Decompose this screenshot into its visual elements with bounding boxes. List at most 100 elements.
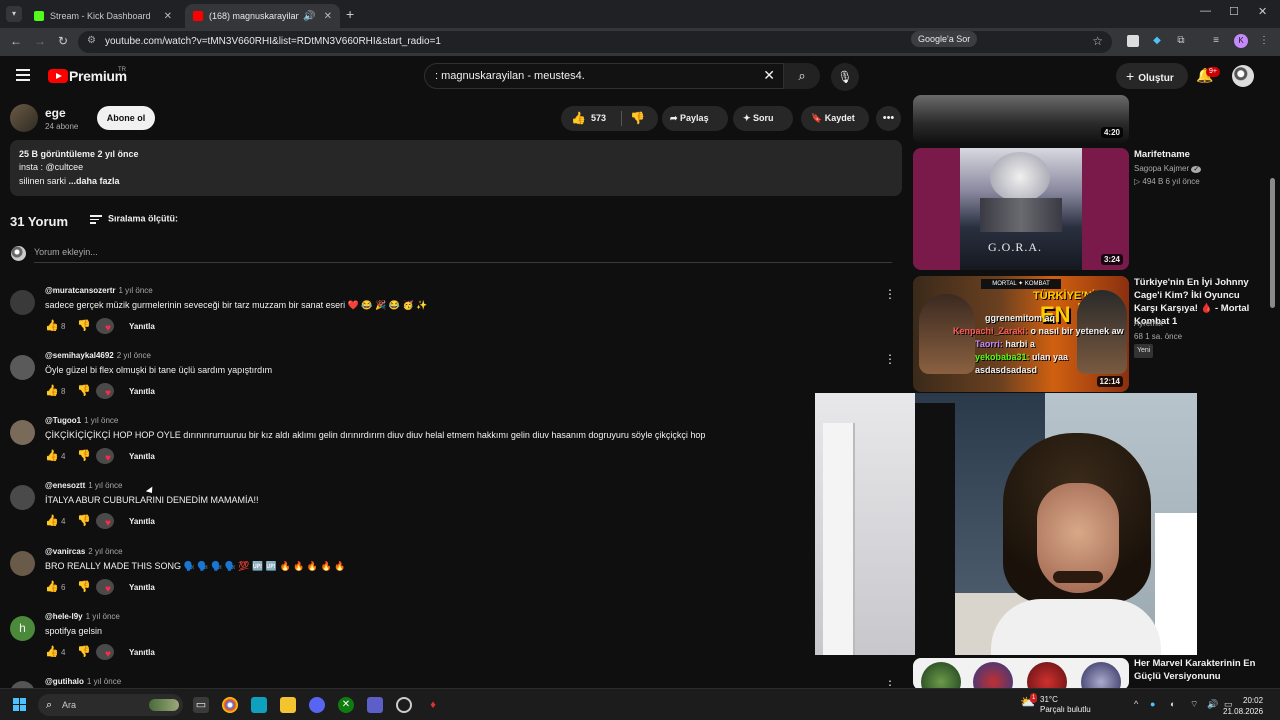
comment-menu-icon[interactable]: ⋮ — [884, 287, 896, 301]
close-tab-icon[interactable]: ✕ — [164, 11, 172, 22]
commenter-avatar[interactable] — [10, 551, 35, 576]
comment-author[interactable]: @Tugoo1 1 yıl önce — [45, 416, 118, 425]
video-description[interactable]: 25 B görüntüleme 2 yıl önce insta : @cul… — [10, 140, 902, 196]
clock[interactable]: 20:02 21.08.2026 — [1223, 695, 1263, 717]
voice-search-icon[interactable]: 🎙 — [831, 63, 859, 91]
like-icon[interactable]: 👍 — [45, 645, 59, 658]
bookmark-star-icon[interactable]: ☆ — [1092, 34, 1103, 48]
reply-button[interactable]: Yanıtla — [129, 322, 155, 331]
account-avatar[interactable] — [1232, 65, 1254, 87]
tab-youtube[interactable]: (168) magnuskarayilan - me 🔊 ✕ — [185, 4, 340, 28]
like-count[interactable]: 573 — [591, 106, 606, 131]
volume-icon[interactable]: 🔊 — [1207, 699, 1218, 710]
tab-kick-dashboard[interactable]: Stream - Kick Dashboard ✕ — [26, 4, 180, 28]
comment-author[interactable]: @gutihalo 1 yıl önce — [45, 677, 121, 686]
windows-start-icon[interactable] — [13, 698, 27, 712]
app-icon[interactable]: ♦ — [425, 697, 441, 713]
reply-button[interactable]: Yanıtla — [129, 583, 155, 592]
chrome-icon[interactable] — [222, 697, 238, 713]
google-sor-button[interactable]: Google'a Sor — [911, 31, 978, 47]
dislike-icon[interactable]: 👎 — [77, 580, 91, 593]
reply-button[interactable]: Yanıtla — [129, 517, 155, 526]
minimize-button[interactable]: — — [1200, 5, 1211, 17]
related-title[interactable]: Her Marvel Karakterinin En Güçlü Versiyo… — [1134, 657, 1260, 683]
wifi-icon[interactable]: ⌔ — [1190, 699, 1198, 710]
comment-author[interactable]: @enesoztt 1 yıl önce — [45, 481, 123, 490]
related-thumbnail[interactable]: 4:20 — [913, 95, 1129, 143]
commenter-avatar[interactable] — [10, 290, 35, 315]
reload-icon[interactable]: ↻ — [58, 34, 68, 48]
subscribe-button[interactable]: Abone ol — [97, 106, 155, 130]
maximize-button[interactable]: ☐ — [1229, 5, 1239, 18]
clear-search-icon[interactable]: ✕ — [763, 67, 775, 84]
teams-icon[interactable] — [367, 697, 383, 713]
like-icon[interactable]: 👍 — [45, 514, 59, 527]
extension-icon[interactable]: ◆ — [1151, 35, 1163, 47]
related-channel[interactable]: Ayremix — [1134, 318, 1163, 330]
comment-author[interactable]: @muratcansozertr 1 yıl önce — [45, 286, 153, 295]
show-more-link[interactable]: ...daha fazla — [69, 176, 120, 186]
related-thumbnail[interactable]: MORTAL ✦ KOMBAT TÜRKİYE'NİN EN İYİ ggren… — [913, 276, 1129, 392]
dislike-icon[interactable]: 👎 — [77, 645, 91, 658]
youtube-logo-icon[interactable] — [48, 69, 68, 83]
commenter-avatar[interactable]: h — [10, 616, 35, 641]
reply-button[interactable]: Yanıtla — [129, 648, 155, 657]
dislike-icon[interactable]: 👎 — [77, 449, 91, 462]
dislike-icon[interactable]: 👎 — [77, 514, 91, 527]
comment-author[interactable]: @hele-l9y 1 yıl önce — [45, 612, 120, 621]
like-icon[interactable]: 👍 — [45, 384, 59, 397]
like-icon[interactable]: 👍 — [45, 580, 59, 593]
ask-button[interactable]: ✦ Soru — [733, 106, 793, 131]
dislike-icon[interactable]: 👎 — [77, 384, 91, 397]
tray-app-icon[interactable]: ● — [1150, 699, 1155, 709]
dislike-icon[interactable]: 👎 — [77, 319, 91, 332]
like-icon[interactable]: 👍 — [45, 319, 59, 332]
commenter-avatar[interactable] — [10, 420, 35, 445]
obs-icon[interactable] — [396, 697, 412, 713]
file-explorer-icon[interactable] — [280, 697, 296, 713]
discord-icon[interactable] — [309, 697, 325, 713]
comment-author[interactable]: @vanircas 2 yıl önce — [45, 547, 123, 556]
like-icon[interactable]: 👍 — [571, 106, 586, 131]
channel-avatar[interactable] — [10, 104, 38, 132]
browser-menu-icon[interactable]: ⋮ — [1258, 35, 1270, 47]
like-icon[interactable]: 👍 — [45, 449, 59, 462]
extension-icon[interactable] — [1127, 35, 1139, 47]
tray-chevron-icon[interactable]: ^ — [1134, 699, 1138, 709]
dislike-icon[interactable]: 👎 — [630, 106, 645, 131]
search-button[interactable]: ⌕ — [784, 63, 820, 89]
extensions-puzzle-icon[interactable]: ⧉ — [1175, 35, 1187, 47]
reading-list-icon[interactable]: ≡ — [1210, 35, 1222, 47]
search-input[interactable]: : magnuskarayilan - meustes4. ✕ — [424, 63, 784, 89]
commenter-avatar[interactable] — [10, 485, 35, 510]
add-comment-input[interactable]: Yorum ekleyin... — [34, 247, 98, 257]
commenter-avatar[interactable] — [10, 355, 35, 380]
comment-menu-icon[interactable]: ⋮ — [884, 352, 896, 366]
related-thumbnail[interactable] — [913, 658, 1129, 690]
save-button[interactable]: 🔖 Kaydet — [801, 106, 869, 131]
related-channel[interactable]: Sagopa Kajmer ✓ — [1134, 163, 1202, 176]
profile-avatar[interactable]: K — [1234, 34, 1248, 48]
create-button[interactable]: + Oluştur — [1116, 63, 1188, 89]
channel-name[interactable]: ege — [45, 106, 66, 120]
close-tab-icon[interactable]: ✕ — [324, 11, 332, 22]
taskbar-search-input[interactable]: ⌕ Ara — [38, 694, 183, 716]
forward-icon[interactable]: → — [34, 34, 46, 48]
menu-icon[interactable] — [16, 69, 30, 84]
sort-comments-button[interactable]: Sıralama ölçütü: — [90, 213, 178, 226]
more-actions-button[interactable]: ••• — [876, 106, 901, 131]
related-thumbnail[interactable]: G.O.R.A. 3:24 — [913, 148, 1129, 270]
app-icon[interactable] — [251, 697, 267, 713]
site-info-icon[interactable]: ⚙ — [87, 35, 96, 46]
xbox-icon[interactable]: ✕ — [338, 697, 354, 713]
reply-button[interactable]: Yanıtla — [129, 452, 155, 461]
share-button[interactable]: ➦ Paylaş — [662, 106, 728, 131]
tab-search-icon[interactable]: ▾ — [6, 6, 22, 22]
new-tab-button[interactable]: + — [346, 6, 354, 22]
speaker-icon[interactable]: 🔊 — [303, 11, 315, 22]
back-icon[interactable]: ← — [10, 34, 22, 48]
tray-app-icon[interactable]: ◐ — [1170, 699, 1175, 709]
reply-button[interactable]: Yanıtla — [129, 387, 155, 396]
page-scrollbar[interactable] — [1270, 178, 1275, 308]
related-title[interactable]: Marifetname — [1134, 148, 1260, 161]
